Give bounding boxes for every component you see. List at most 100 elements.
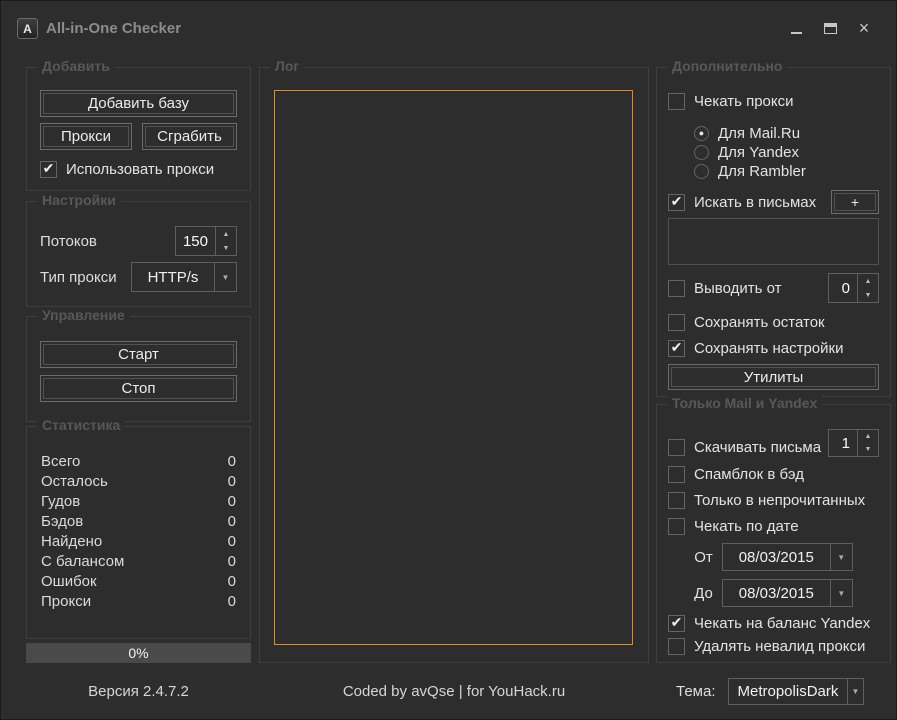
stat-row-bads: Бэдов0 <box>41 513 236 533</box>
spinner-arrows: ▲ ▼ <box>215 227 236 255</box>
stat-value: 0 <box>228 473 236 493</box>
search-phrases-input[interactable] <box>668 218 879 265</box>
check-balance-checkbox[interactable]: ✔ Чекать на баланс Yandex <box>668 614 879 632</box>
check-by-date-checkbox[interactable]: Чекать по дате <box>668 517 879 535</box>
arrow-up-icon: ▲ <box>865 278 872 285</box>
add-search-phrase-button[interactable]: + <box>831 190 879 214</box>
radio-yandex-label: Для Yandex <box>718 144 799 161</box>
stat-row-goods: Гудов0 <box>41 493 236 513</box>
output-from-spinner[interactable]: 0 ▲ ▼ <box>828 273 879 303</box>
group-settings: Настройки Потоков 150 ▲ ▼ Тип прокси HTT… <box>26 201 251 307</box>
spamblock-label: Спамблок в бэд <box>694 466 804 483</box>
radio-yandex[interactable]: Для Yandex <box>694 143 879 161</box>
add-base-button[interactable]: Добавить базу <box>40 90 237 117</box>
date-to-picker[interactable]: 08/03/2015 ▼ <box>722 579 853 607</box>
theme-label: Тема: <box>676 683 716 700</box>
maximize-button[interactable] <box>818 17 842 39</box>
remove-invalid-checkbox[interactable]: Удалять невалид прокси <box>668 637 879 655</box>
output-from-checkbox[interactable]: Выводить от <box>668 279 781 297</box>
output-from-value[interactable]: 0 <box>829 274 857 302</box>
theme-value: MetropolisDark <box>729 679 848 704</box>
spinner-down-button[interactable]: ▼ <box>858 443 878 456</box>
search-letters-checkbox[interactable]: ✔ Искать в письмах <box>668 193 816 211</box>
stat-row-errors: Ошибок0 <box>41 573 236 593</box>
stat-value: 0 <box>228 593 236 613</box>
dropdown-arrow-icon[interactable]: ▼ <box>830 544 852 570</box>
group-log-title: Лог <box>270 58 304 74</box>
dropdown-arrow-icon[interactable]: ▼ <box>214 263 236 291</box>
checkbox-box: ✔ <box>40 161 57 178</box>
spinner-down-button[interactable]: ▼ <box>858 288 878 302</box>
close-button[interactable]: × <box>852 17 876 39</box>
app-icon: A <box>17 18 38 39</box>
radio-circle: ● <box>694 126 709 141</box>
stop-button[interactable]: Стоп <box>40 375 237 402</box>
start-button[interactable]: Старт <box>40 341 237 368</box>
stat-label: Прокси <box>41 593 91 613</box>
proxy-type-combo[interactable]: HTTP/s ▼ <box>131 262 237 292</box>
window-controls: × <box>784 17 876 39</box>
remove-invalid-label: Удалять невалид прокси <box>694 638 865 655</box>
spinner-up-button[interactable]: ▲ <box>216 227 236 241</box>
spinner-up-button[interactable]: ▲ <box>858 430 878 443</box>
unread-only-checkbox[interactable]: Только в непрочитанных <box>668 491 879 509</box>
checkbox-box <box>668 492 685 509</box>
dropdown-arrow-icon[interactable]: ▼ <box>830 580 852 606</box>
group-extra: Дополнительно Чекать прокси ● Для Mail.R… <box>656 67 891 397</box>
stat-label: Всего <box>41 453 80 473</box>
utilities-button[interactable]: Утилиты <box>668 364 879 390</box>
proxy-button[interactable]: Прокси <box>40 123 132 150</box>
dropdown-arrow-icon[interactable]: ▼ <box>847 679 862 704</box>
app-window: A All-in-One Checker × Добавить Добавить… <box>0 0 897 720</box>
check-balance-label: Чекать на баланс Yandex <box>694 615 870 632</box>
checkbox-box <box>668 314 685 331</box>
stat-value: 0 <box>228 573 236 593</box>
threads-value[interactable]: 150 <box>176 227 215 255</box>
arrow-up-icon: ▲ <box>865 433 872 440</box>
stat-value: 0 <box>228 533 236 553</box>
radio-circle <box>694 164 709 179</box>
checkbox-box <box>668 466 685 483</box>
stat-row-proxy: Прокси 0 <box>41 593 236 613</box>
spinner-arrows: ▲ ▼ <box>857 274 878 302</box>
checkbox-box <box>668 638 685 655</box>
spamblock-checkbox[interactable]: Спамблок в бэд <box>668 465 879 483</box>
log-output[interactable] <box>274 90 633 645</box>
save-settings-checkbox[interactable]: ✔ Сохранять настройки <box>668 339 879 357</box>
check-by-date-label: Чекать по дате <box>694 518 799 535</box>
version-text: Версия 2.4.7.2 <box>26 683 251 700</box>
radio-rambler[interactable]: Для Rambler <box>694 162 879 180</box>
proxy-type-label: Тип прокси <box>40 269 117 286</box>
theme-row: Тема: MetropolisDark ▼ <box>656 678 891 705</box>
stat-label: Осталось <box>41 473 108 493</box>
checkbox-box: ✔ <box>668 615 685 632</box>
minimize-button[interactable] <box>784 17 808 39</box>
radio-mailru[interactable]: ● Для Mail.Ru <box>694 124 879 142</box>
download-letters-value[interactable]: 1 <box>829 430 857 456</box>
arrow-up-icon: ▲ <box>223 231 230 238</box>
save-rest-label: Сохранять остаток <box>694 314 825 331</box>
download-letters-checkbox[interactable]: Скачивать письма <box>668 438 821 456</box>
stat-value: 0 <box>228 453 236 473</box>
arrow-down-icon: ▼ <box>865 446 872 453</box>
grab-button[interactable]: Сграбить <box>142 123 237 150</box>
threads-spinner[interactable]: 150 ▲ ▼ <box>175 226 237 256</box>
group-add: Добавить Добавить базу Прокси Сграбить ✔… <box>26 67 251 191</box>
theme-combo[interactable]: MetropolisDark ▼ <box>728 678 864 705</box>
group-extra-title: Дополнительно <box>667 58 787 74</box>
stat-label: Гудов <box>41 493 80 513</box>
spinner-down-button[interactable]: ▼ <box>216 241 236 255</box>
proxy-type-value: HTTP/s <box>132 263 214 291</box>
use-proxy-checkbox[interactable]: ✔ Использовать прокси <box>40 160 237 178</box>
stat-row-remaining: Осталось 0 <box>41 473 236 493</box>
group-log: Лог <box>259 67 649 663</box>
save-rest-checkbox[interactable]: Сохранять остаток <box>668 313 879 331</box>
date-from-picker[interactable]: 08/03/2015 ▼ <box>722 543 853 571</box>
date-from-value: 08/03/2015 <box>723 544 830 570</box>
download-letters-spinner[interactable]: 1 ▲ ▼ <box>828 429 879 457</box>
radio-circle <box>694 145 709 160</box>
date-to-label: До <box>694 585 713 602</box>
spinner-up-button[interactable]: ▲ <box>858 274 878 288</box>
stat-row-total: Всего 0 <box>41 453 236 473</box>
check-proxy-checkbox[interactable]: Чекать прокси <box>668 92 879 110</box>
